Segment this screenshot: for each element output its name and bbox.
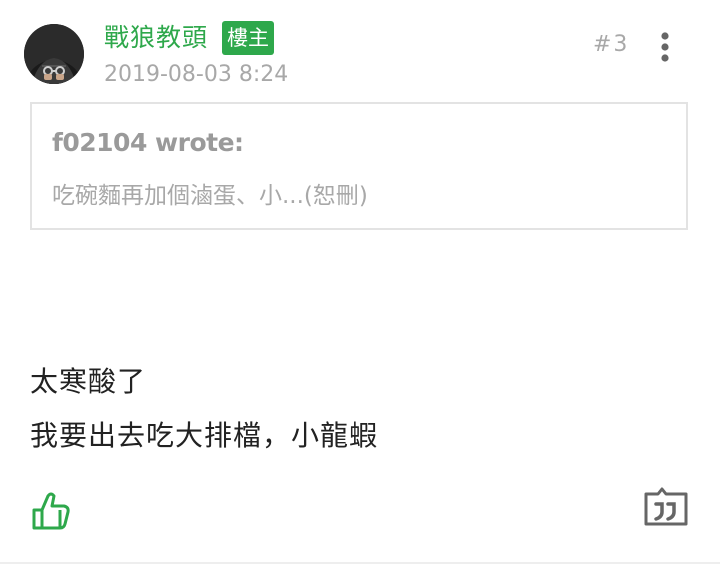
quote-icon [644,487,688,526]
avatar-photo [24,24,84,84]
post-timestamp: 2019-08-03 8:24 [104,62,289,87]
more-options-button[interactable] [652,28,678,68]
quote-text: 吃碗麵再加個滷蛋、小...(恕刪) [52,183,368,209]
author-name[interactable]: 戰狼教頭 [104,20,208,56]
thumbs-up-icon [32,492,70,530]
post-card: 戰狼教頭 樓主 2019-08-03 8:24 #3 f02104 wrote:… [0,0,720,564]
floor-number: #3 [593,32,630,57]
op-badge: 樓主 [222,21,274,55]
post-content-line: 我要出去吃大排檔，小龍蝦 [30,419,379,452]
like-button[interactable] [30,490,74,532]
more-vertical-icon [661,32,669,62]
post-content-line: 太寒酸了 [30,365,147,398]
quote-block: f02104 wrote: 吃碗麵再加個滷蛋、小...(恕刪) [30,102,688,230]
avatar[interactable] [24,24,84,84]
quote-author: f02104 wrote: [52,128,244,157]
quote-reply-button[interactable] [642,486,690,528]
